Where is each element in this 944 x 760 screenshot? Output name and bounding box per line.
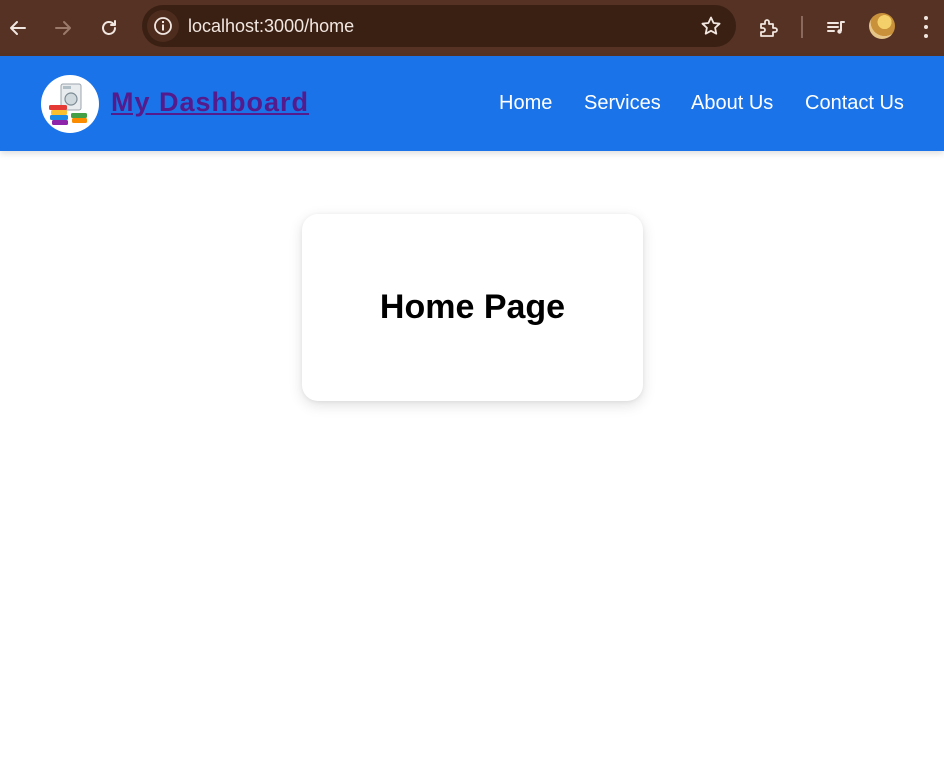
reload-button[interactable] <box>93 12 125 44</box>
home-card: Home Page <box>302 214 643 401</box>
nav-link-contact-us[interactable]: Contact Us <box>805 92 904 115</box>
bookmark-star-icon <box>701 16 721 35</box>
bookmark-button[interactable] <box>700 15 722 37</box>
site-info-button[interactable] <box>147 10 179 42</box>
nav-link-services[interactable]: Services <box>584 92 661 115</box>
reload-icon <box>102 20 116 35</box>
url-text[interactable]: localhost:3000/home <box>188 16 354 37</box>
address-bar[interactable]: localhost:3000/home <box>142 5 736 47</box>
toolbar-divider <box>801 16 803 38</box>
forward-icon <box>55 21 71 35</box>
forward-button[interactable] <box>47 12 79 44</box>
nav-link-about-us[interactable]: About Us <box>691 92 773 115</box>
brand-link[interactable]: My Dashboard <box>111 87 309 118</box>
back-icon <box>10 21 26 35</box>
nav-link-home[interactable]: Home <box>499 92 552 115</box>
profile-avatar[interactable] <box>869 13 895 39</box>
page-title: Home Page <box>379 288 566 326</box>
back-button[interactable] <box>2 12 34 44</box>
media-controls-button[interactable] <box>821 13 851 43</box>
extensions-icon <box>760 19 778 37</box>
more-menu-icon[interactable] <box>916 14 936 40</box>
media-controls-icon <box>827 21 845 34</box>
extensions-button[interactable] <box>754 13 784 43</box>
brand-logo[interactable] <box>41 75 99 133</box>
washing-machine-logo-icon <box>49 83 87 125</box>
browser-toolbar: localhost:3000/home <box>0 0 944 56</box>
site-info-icon <box>154 17 172 35</box>
app-navbar: My Dashboard Home Services About Us Cont… <box>0 56 944 151</box>
